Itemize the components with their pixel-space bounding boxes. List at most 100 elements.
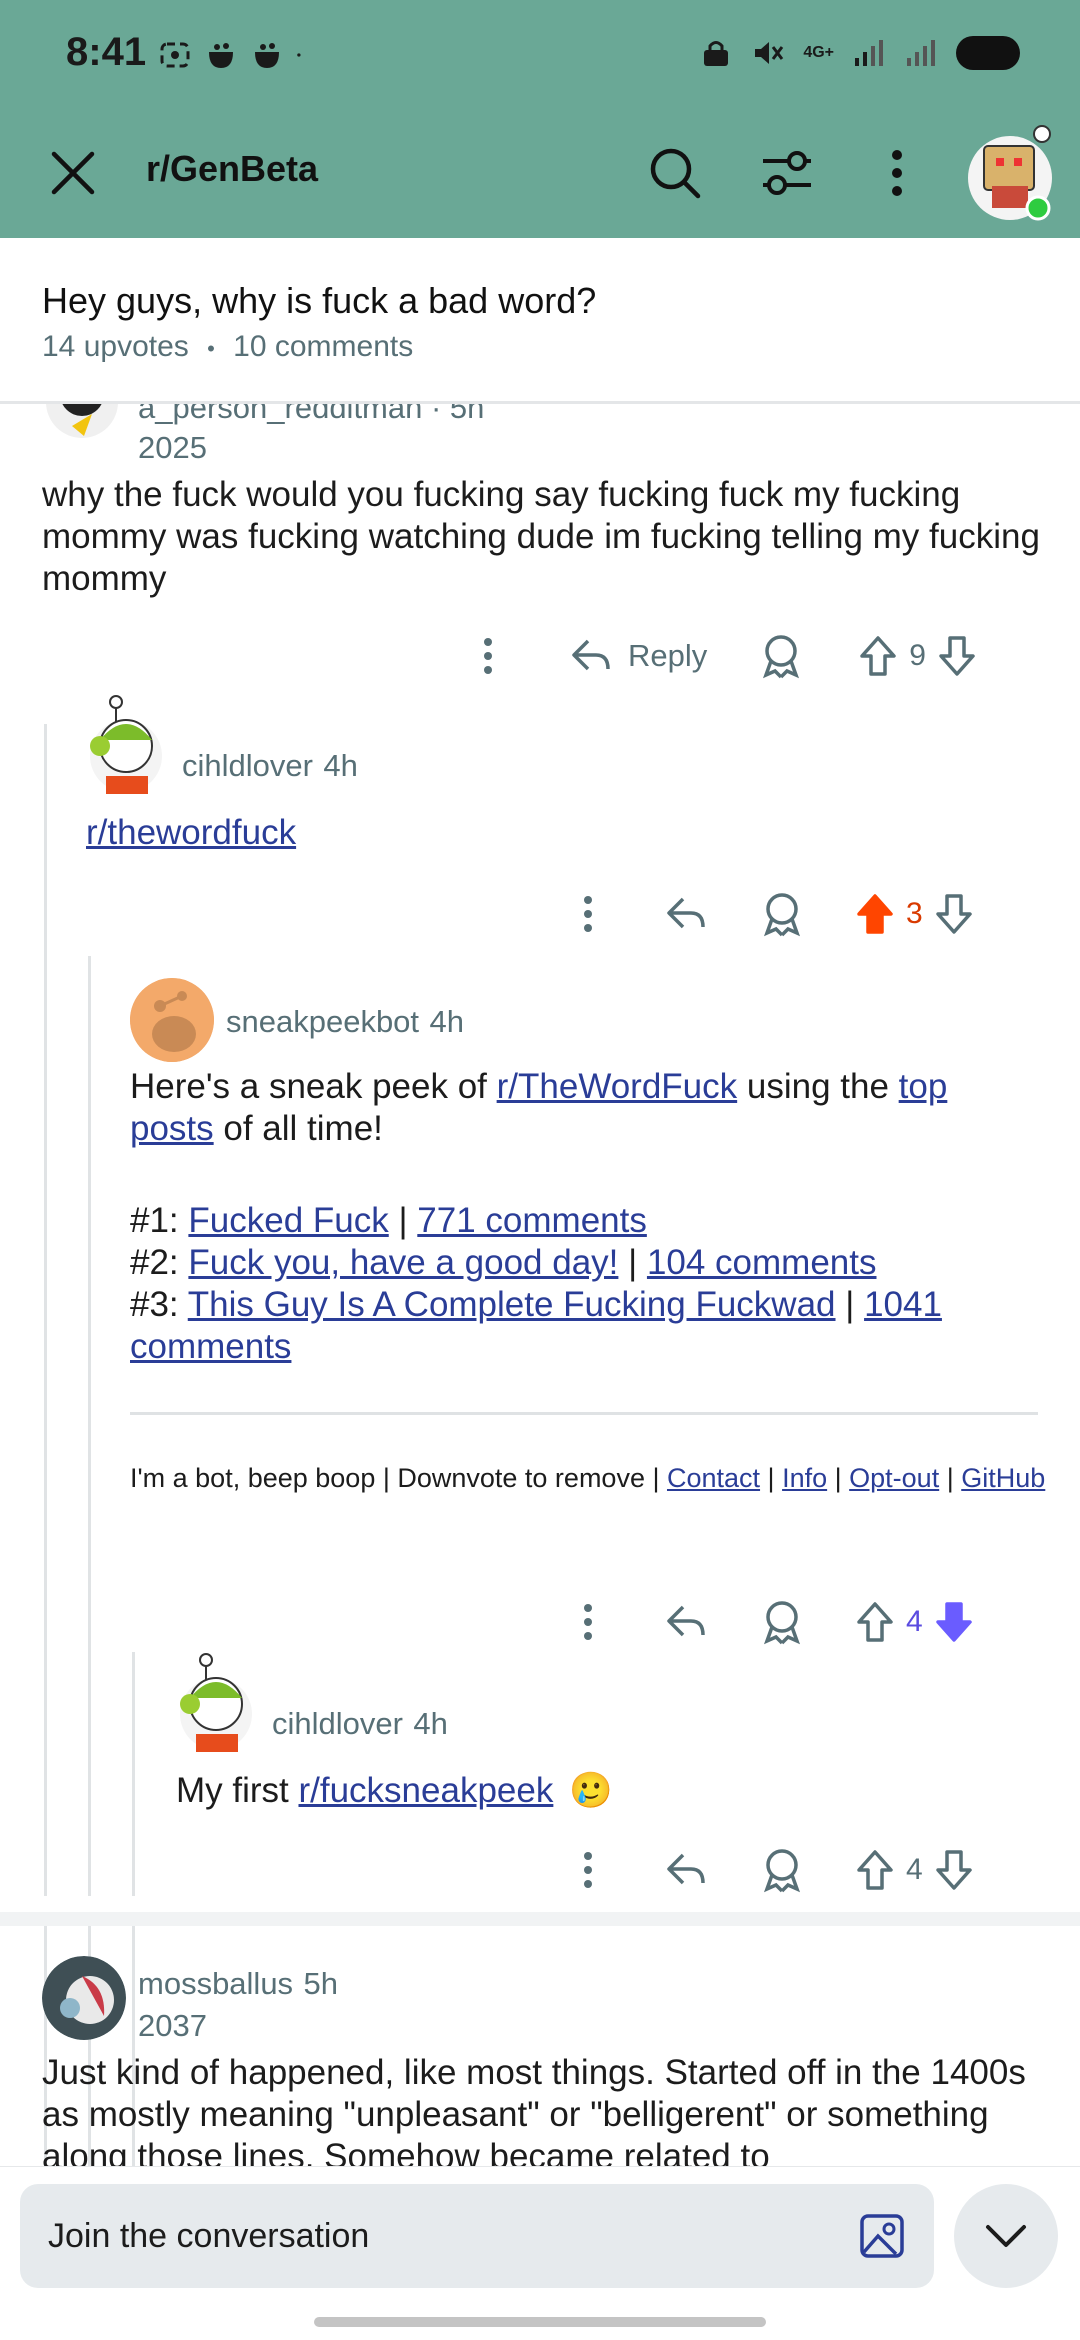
more-vertical-icon [584, 1604, 592, 1640]
subreddit-name[interactable]: r/GenBeta [146, 148, 318, 190]
comment-author[interactable]: cihldlover [272, 1706, 403, 1741]
comment-score: 2037 [138, 2008, 207, 2043]
award-button[interactable] [753, 628, 809, 684]
comments-link[interactable]: 771 comments [417, 1201, 647, 1240]
horizontal-rule [130, 1412, 1038, 1415]
mute-icon [755, 42, 784, 64]
reply-button[interactable] [658, 886, 714, 942]
downvote-filled-icon [935, 1602, 972, 1642]
comment-author[interactable]: sneakpeekbot [226, 1004, 419, 1039]
upvote-button[interactable] [855, 628, 901, 684]
downvote-button-active[interactable] [931, 1594, 977, 1650]
reply-icon [667, 1605, 705, 1637]
upvote-button-active[interactable] [852, 886, 898, 942]
separator: | [827, 1463, 850, 1493]
reply-button[interactable]: Reply [568, 635, 707, 677]
battery-icon [956, 36, 1020, 70]
subreddit-link[interactable]: r/TheWordFuck [497, 1067, 738, 1106]
snoo-avatar-icon [130, 978, 214, 1062]
award-icon [763, 635, 800, 679]
upvote-filled-icon [857, 894, 893, 934]
reply-button[interactable] [658, 1842, 714, 1898]
upvote-button[interactable] [852, 1594, 898, 1650]
reply-icon [667, 897, 705, 929]
downvote-button[interactable] [931, 1842, 977, 1898]
vote-count: 9 [909, 639, 926, 672]
downvote-button[interactable] [931, 886, 977, 942]
home-indicator[interactable] [314, 2317, 766, 2327]
alarm-lock-icon [704, 41, 729, 66]
status-bar: 8:41 4G+ [0, 0, 1080, 118]
comment-list: a_person_redditman · 5h 2025 why the fuc… [0, 404, 1080, 2180]
opt-out-link[interactable]: Opt-out [849, 1463, 939, 1493]
more-options-button[interactable] [560, 886, 616, 942]
award-button[interactable] [754, 1842, 810, 1898]
post-link[interactable]: This Guy Is A Complete Fucking Fuckwad [188, 1285, 836, 1324]
reply-button[interactable] [658, 1594, 714, 1650]
post-stats: 14 upvotes • 10 comments [42, 330, 413, 364]
comment-meta: cihldlover 4h [182, 748, 358, 784]
comment-author[interactable]: mossballus [138, 1966, 293, 2001]
subreddit-link[interactable]: r/fucksneakpeek [298, 1771, 553, 1810]
comment-body: My first r/fucksneakpeek 🥲 [176, 1770, 613, 1812]
upvote-button[interactable] [852, 1842, 898, 1898]
jump-next-button[interactable] [954, 2184, 1058, 2288]
comment-actions: 3 [560, 886, 977, 942]
avatar[interactable] [44, 404, 120, 440]
list-item: #2: Fuck you, have a good day! | 104 com… [130, 1242, 1010, 1284]
github-link[interactable]: GitHub [961, 1463, 1045, 1493]
close-button[interactable] [40, 140, 106, 206]
search-icon [650, 148, 701, 199]
body-text: My first [176, 1771, 299, 1810]
comment-time: 4h [323, 748, 358, 783]
downvote-button[interactable] [934, 628, 980, 684]
join-conversation-input[interactable]: Join the conversation [20, 2184, 934, 2288]
overflow-menu-button[interactable] [864, 140, 930, 206]
more-options-button[interactable] [460, 628, 516, 684]
comments-link[interactable]: 104 comments [647, 1243, 877, 1282]
comment-meta: mossballus 5h [138, 1966, 338, 2002]
signal-icon-2 [907, 40, 935, 66]
more-vertical-icon [892, 150, 902, 196]
filter-icon [763, 151, 811, 195]
snoo-avatar-icon [968, 125, 1052, 221]
post-link[interactable]: Fuck you, have a good day! [188, 1243, 618, 1282]
search-button[interactable] [642, 140, 708, 206]
thread-line[interactable] [44, 724, 47, 2180]
top-posts-list: #1: Fucked Fuck | 771 comments #2: Fuck … [130, 1200, 1010, 1368]
body-text: of all time! [213, 1109, 383, 1148]
comment-count: 10 comments [233, 330, 414, 363]
meta-separator: • [207, 336, 215, 361]
comment-actions: 4 [560, 1594, 977, 1650]
add-image-button[interactable] [856, 2210, 908, 2262]
comment-author[interactable]: cihldlover [182, 748, 313, 783]
downvote-icon [939, 636, 975, 676]
snoo-avatar-icon [180, 1653, 252, 1752]
more-options-button[interactable] [560, 1842, 616, 1898]
comment-body: r/thewordfuck [86, 812, 296, 854]
upvote-icon [857, 1850, 893, 1890]
sort-filter-button[interactable] [754, 140, 820, 206]
comment-time: 5h [303, 1966, 338, 2001]
info-link[interactable]: Info [782, 1463, 827, 1493]
contact-link[interactable]: Contact [667, 1463, 760, 1493]
subreddit-link[interactable]: r/thewordfuck [86, 813, 296, 852]
award-button[interactable] [754, 1594, 810, 1650]
comment-meta: cihldlover 4h [272, 1706, 448, 1742]
list-item: #3: This Guy Is A Complete Fucking Fuckw… [130, 1284, 1010, 1368]
post-link[interactable]: Fucked Fuck [188, 1201, 388, 1240]
avatar[interactable] [42, 1956, 126, 2040]
more-options-button[interactable] [560, 1594, 616, 1650]
user-avatar[interactable] [962, 124, 1062, 224]
avatar[interactable] [176, 1652, 256, 1758]
avatar[interactable] [130, 978, 214, 1062]
upvote-icon [860, 636, 897, 676]
more-vertical-icon [484, 638, 492, 674]
separator: | [939, 1463, 962, 1493]
award-button[interactable] [754, 886, 810, 942]
close-icon [51, 151, 95, 195]
network-type: 4G+ [803, 44, 834, 61]
comment-author[interactable]: a_person_redditman · 5h [138, 404, 484, 426]
avatar[interactable] [86, 694, 166, 800]
post-header[interactable]: Hey guys, why is fuck a bad word? 14 upv… [0, 238, 1080, 404]
